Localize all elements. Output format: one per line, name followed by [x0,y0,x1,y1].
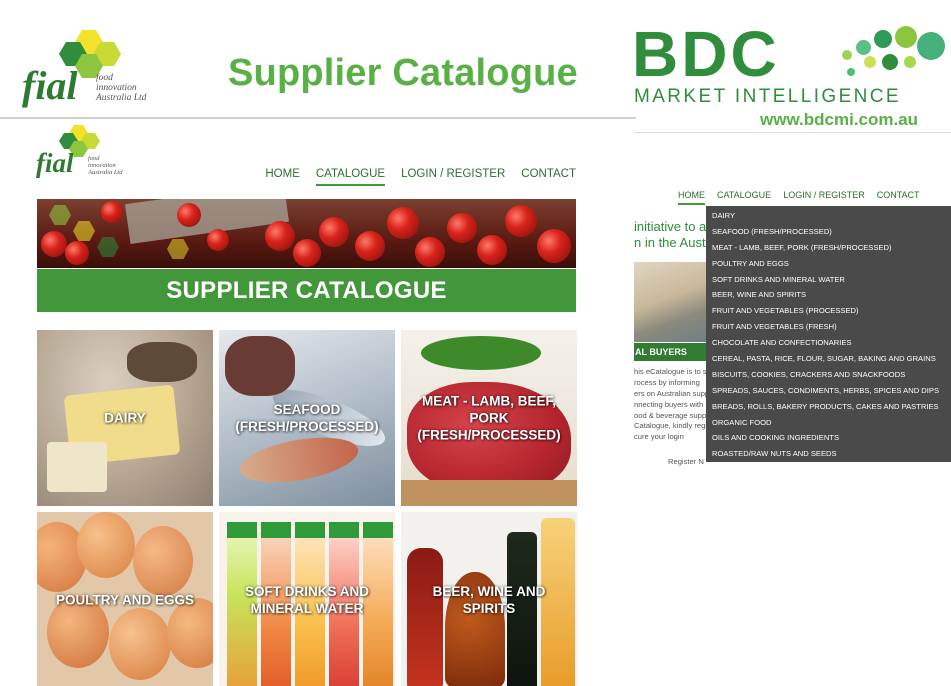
tile-label: DAIRY [104,410,146,426]
background-photo [634,262,706,342]
dropdown-item[interactable]: OILS AND COOKING INGREDIENTS [706,430,951,446]
dropdown-item[interactable]: DAIRY [706,208,951,224]
dropdown-item[interactable]: CHOCOLATE AND CONFECTIONARIES [706,335,951,351]
dropdown-item[interactable]: FRUIT AND VEGETABLES (FRESH) [706,319,951,335]
fial-wordmark: fial [22,63,78,108]
nav-home[interactable]: HOME [678,190,705,205]
fial-tagline: food innovation Australia Ltd [96,73,147,103]
dropdown-item[interactable]: FRUIT AND VEGETABLES (PROCESSED) [706,303,951,319]
bdc-tagline: MARKET INTELLIGENCE [634,86,901,107]
register-link[interactable]: Register N [668,456,704,467]
divider [634,132,951,133]
dropdown-item[interactable]: ORGANIC FOOD [706,415,951,431]
main-nav: HOME CATALOGUE LOGIN / REGISTER CONTACT [678,190,920,205]
dropdown-item[interactable]: POULTRY AND EGGS [706,256,951,272]
catalogue-dropdown-menu: DAIRY SEAFOOD (FRESH/PROCESSED) MEAT - L… [706,206,951,462]
tile-label: BEER, WINE AND SPIRITS [432,584,546,616]
dropdown-item[interactable]: CEREAL, PASTA, RICE, FLOUR, SUGAR, BAKIN… [706,351,951,367]
nav-home[interactable]: HOME [265,168,300,186]
category-tile-soft-drinks[interactable]: SOFT DRINKS AND MINERAL WATER [219,512,395,686]
category-tile-dairy[interactable]: DAIRY [37,330,213,506]
bdc-wordmark: BDC [632,18,780,90]
category-tile-seafood[interactable]: SEAFOOD (FRESH/PROCESSED) [219,330,395,506]
divider [0,117,636,119]
nav-login-register[interactable]: LOGIN / REGISTER [783,190,865,205]
bdc-url[interactable]: www.bdcmi.com.au [760,110,918,130]
site-logo-tagline: food innovation Australia Ltd [88,155,123,176]
tile-label: SEAFOOD (FRESH/PROCESSED) [235,402,379,434]
nav-login-register[interactable]: LOGIN / REGISTER [401,168,505,186]
body-text: Catalogue, kindly regi cure your login [634,421,708,441]
tile-label: SOFT DRINKS AND MINERAL WATER [245,584,369,616]
dropdown-item[interactable]: BEER, WINE AND SPIRITS [706,287,951,303]
intro-fragment: initiative to a [634,219,707,234]
bdc-logo: BDC MARKET INTELLIGENCE www.bdcmi.com.au [632,18,950,132]
nav-contact[interactable]: CONTACT [521,168,576,186]
category-tile-meat[interactable]: MEAT - LAMB, BEEF, PORK (FRESH/PROCESSED… [401,330,577,506]
catalogue-banner: SUPPLIER CATALOGUE [37,269,576,312]
tile-label: MEAT - LAMB, BEEF, PORK (FRESH/PROCESSED… [417,393,561,443]
category-tile-poultry[interactable]: POULTRY AND EGGS [37,512,213,686]
dropdown-item[interactable]: MEAT - LAMB, BEEF, PORK (FRESH/PROCESSED… [706,240,951,256]
intro-fragment: n in the Aust [634,235,706,250]
section-label: AL BUYERS [634,343,706,361]
dropdown-item[interactable]: BREADS, ROLLS, BAKERY PRODUCTS, CAKES AN… [706,399,951,415]
site-logo[interactable]: fial food innovation Australia Ltd [36,122,146,186]
catalogue-page-screenshot: fial food innovation Australia Ltd HOME … [30,122,586,686]
tile-label: POULTRY AND EGGS [55,592,194,608]
dropdown-item[interactable]: SPREADS, SAUCES, CONDIMENTS, HERBS, SPIC… [706,383,951,399]
dropdown-item[interactable]: SOFT DRINKS AND MINERAL WATER [706,272,951,288]
nav-contact[interactable]: CONTACT [877,190,920,205]
hero-image [37,199,576,268]
dropdown-page-screenshot: HOME CATALOGUE LOGIN / REGISTER CONTACT … [634,132,951,472]
body-text: his eCatalogue is to s rocess by informi… [634,367,710,420]
dropdown-item[interactable]: BISCUITS, COOKIES, CRACKERS AND SNACKFOO… [706,367,951,383]
site-logo-wordmark: fial [36,148,74,178]
nav-catalogue[interactable]: CATALOGUE [315,168,386,186]
category-tile-beer-wine[interactable]: BEER, WINE AND SPIRITS [401,512,577,686]
dropdown-item[interactable]: SEAFOOD (FRESH/PROCESSED) [706,224,951,240]
nav-catalogue[interactable]: CATALOGUE [717,190,771,205]
fial-logo: fial food innovation Australia Ltd [22,24,172,108]
dropdown-item[interactable]: ROASTED/RAW NUTS AND SEEDS [706,446,951,462]
page-title: Supplier Catalogue [228,52,578,94]
main-nav: HOME CATALOGUE LOGIN / REGISTER CONTACT [265,168,576,186]
